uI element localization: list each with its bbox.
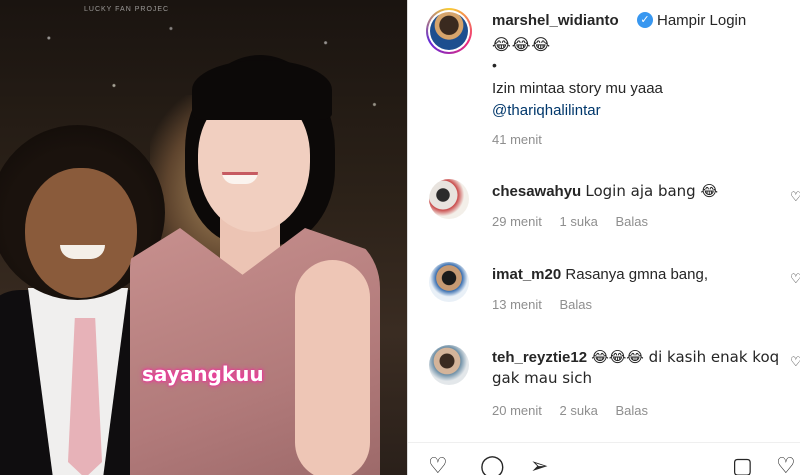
- comment-avatar[interactable]: [429, 262, 469, 302]
- watermark: LUCKY FAN PROJEC: [84, 6, 170, 13]
- comment-reply-button[interactable]: Balas: [615, 403, 648, 418]
- caption-emojis: 😂😂😂: [492, 35, 552, 54]
- comment-body: chesawahyu Login aja bang 😂: [492, 181, 782, 202]
- story-sticker-text: sayangkuu: [142, 362, 264, 386]
- caption-timestamp[interactable]: 41 menit: [492, 132, 542, 147]
- comment-username[interactable]: teh_reyztie12: [492, 349, 587, 366]
- caption-dot: •: [492, 57, 497, 73]
- comment-body: teh_reyztie12 😂😂😂 di kasih enak koq gak …: [492, 347, 782, 389]
- author-avatar[interactable]: [426, 8, 472, 54]
- comment-icon[interactable]: ◯: [480, 456, 505, 475]
- caption-line: Izin mintaa story mu yaaa: [492, 80, 663, 97]
- post-media[interactable]: LUCKY FAN PROJEC sayangkuu: [0, 0, 407, 475]
- send-icon[interactable]: ➢: [530, 456, 548, 475]
- comment-like-heart-icon[interactable]: ♡: [790, 272, 800, 287]
- comment-meta: 20 menit 2 suka Balas: [492, 403, 662, 418]
- verified-badge-icon: ✓: [637, 12, 653, 28]
- action-bar-divider: [408, 442, 800, 443]
- heart-icon[interactable]: ♡: [428, 456, 448, 475]
- comment-likes[interactable]: 1 suka: [560, 214, 598, 229]
- comment-text: Login aja bang 😂: [585, 182, 718, 200]
- comment-like-heart-icon[interactable]: ♡: [790, 355, 800, 370]
- panel-divider: [407, 0, 408, 475]
- person-woman-bangs: [192, 60, 332, 120]
- comment-time[interactable]: 13 menit: [492, 297, 542, 312]
- comment-avatar[interactable]: [429, 179, 469, 219]
- person-man-smile: [60, 245, 105, 259]
- heart-outline-icon[interactable]: ♡: [776, 456, 796, 475]
- comment-like-heart-icon[interactable]: ♡: [790, 190, 800, 205]
- comment-text: Rasanya gmna bang,: [565, 266, 708, 283]
- author-username[interactable]: marshel_widianto: [492, 12, 619, 29]
- comment-reply-button[interactable]: Balas: [560, 297, 593, 312]
- comment-time[interactable]: 20 menit: [492, 403, 542, 418]
- caption-mention-link[interactable]: @thariqhalilintar: [492, 102, 601, 119]
- comment-username[interactable]: chesawahyu: [492, 183, 581, 200]
- comment-meta: 29 menit 1 suka Balas: [492, 214, 662, 229]
- caption-text: Hampir Login: [657, 12, 747, 29]
- comment-body: imat_m20 Rasanya gmna bang,: [492, 264, 782, 285]
- comment-reply-button[interactable]: Balas: [615, 214, 648, 229]
- person-woman-arm: [295, 260, 370, 475]
- comment-time[interactable]: 29 menit: [492, 214, 542, 229]
- bookmark-icon[interactable]: ▢: [732, 456, 753, 475]
- profile-avatar-icon: [430, 12, 468, 50]
- comment-username[interactable]: imat_m20: [492, 266, 561, 283]
- comment-meta: 13 menit Balas: [492, 297, 606, 312]
- comment-avatar[interactable]: [429, 345, 469, 385]
- person-man-face: [25, 168, 137, 298]
- comment-likes[interactable]: 2 suka: [560, 403, 598, 418]
